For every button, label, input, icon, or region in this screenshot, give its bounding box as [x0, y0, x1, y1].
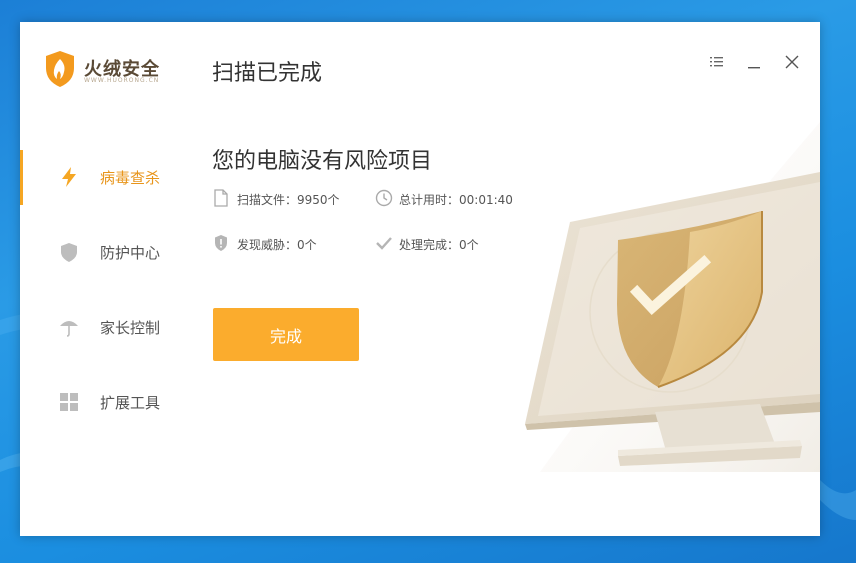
stat-time-used-text: 总计用时：00:01:40: [399, 193, 513, 207]
app-window: 火绒安全 WWW.HUORONG.CN 扫描已完成 病毒查杀 防护中心 家长控制…: [20, 22, 820, 536]
sidebar-item-label: 扩展工具: [100, 394, 161, 412]
umbrella-icon: [60, 321, 78, 337]
stat-files-scanned-text: 扫描文件：9950个: [237, 193, 340, 207]
menu-icon[interactable]: [704, 50, 728, 74]
shield-icon: [61, 243, 77, 262]
close-icon[interactable]: [780, 50, 804, 74]
sidebar-item-label: 家长控制: [100, 319, 161, 337]
shield-alert-icon: [215, 235, 227, 251]
active-indicator: [20, 150, 23, 205]
lightning-icon: [62, 167, 76, 187]
stat-handled-text: 处理完成：0个: [399, 238, 479, 252]
sidebar-item-label: 病毒查杀: [100, 169, 161, 187]
sidebar-item-virus-scan[interactable]: 病毒查杀: [20, 150, 200, 205]
page-title: 扫描已完成: [212, 61, 323, 86]
sidebar: 病毒查杀 防护中心 家长控制 扩展工具: [20, 150, 200, 450]
huorong-logo-icon: [46, 51, 74, 87]
sidebar-item-label: 防护中心: [100, 244, 161, 262]
stat-threats-found-text: 发现威胁：0个: [237, 238, 317, 252]
minimize-icon[interactable]: [742, 50, 766, 74]
file-icon: [214, 189, 228, 207]
done-button[interactable]: 完成: [213, 308, 359, 361]
sidebar-item-protection[interactable]: 防护中心: [20, 225, 200, 280]
brand-url: WWW.HUORONG.CN: [84, 77, 160, 84]
clock-icon: [375, 189, 393, 207]
sidebar-item-extension-tools[interactable]: 扩展工具: [20, 375, 200, 430]
result-title: 您的电脑没有风险项目: [212, 149, 433, 174]
monitor-shield-illustration: [525, 122, 820, 472]
grid-icon: [60, 393, 78, 411]
check-icon: [376, 237, 392, 250]
sidebar-item-parental-control[interactable]: 家长控制: [20, 300, 200, 355]
